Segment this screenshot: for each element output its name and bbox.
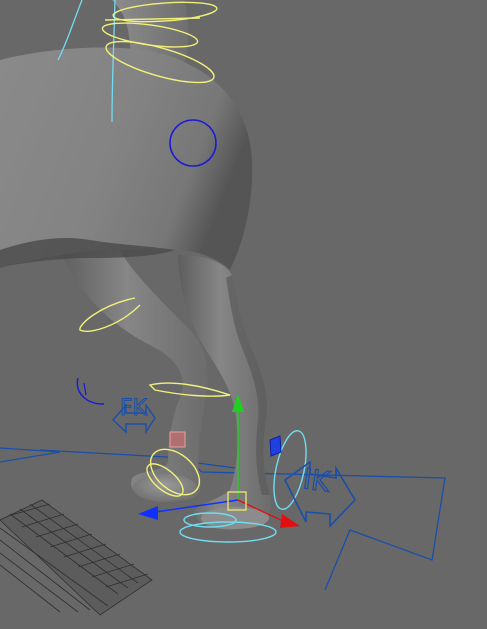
- dog-body-mesh: [0, 47, 253, 270]
- ik-label: IK: [301, 462, 333, 498]
- manip-z-arrow[interactable]: [138, 506, 158, 520]
- pole-vector-handle[interactable]: [169, 431, 186, 448]
- rear-back-paw: [133, 474, 197, 502]
- manip-x-arrow[interactable]: [280, 514, 300, 528]
- viewport-canvas[interactable]: FK IK: [0, 0, 487, 629]
- ground-grid: [0, 499, 153, 616]
- maya-3d-viewport[interactable]: FK IK #686868 #7d7d7d: [0, 0, 487, 629]
- rotation-marker[interactable]: [269, 435, 282, 457]
- fk-label: FK: [120, 396, 148, 421]
- ik-switch-icon[interactable]: IK: [283, 460, 356, 528]
- fk-ik-switch-icon[interactable]: FK: [112, 396, 156, 435]
- knee-rotation-arc[interactable]: [76, 377, 105, 405]
